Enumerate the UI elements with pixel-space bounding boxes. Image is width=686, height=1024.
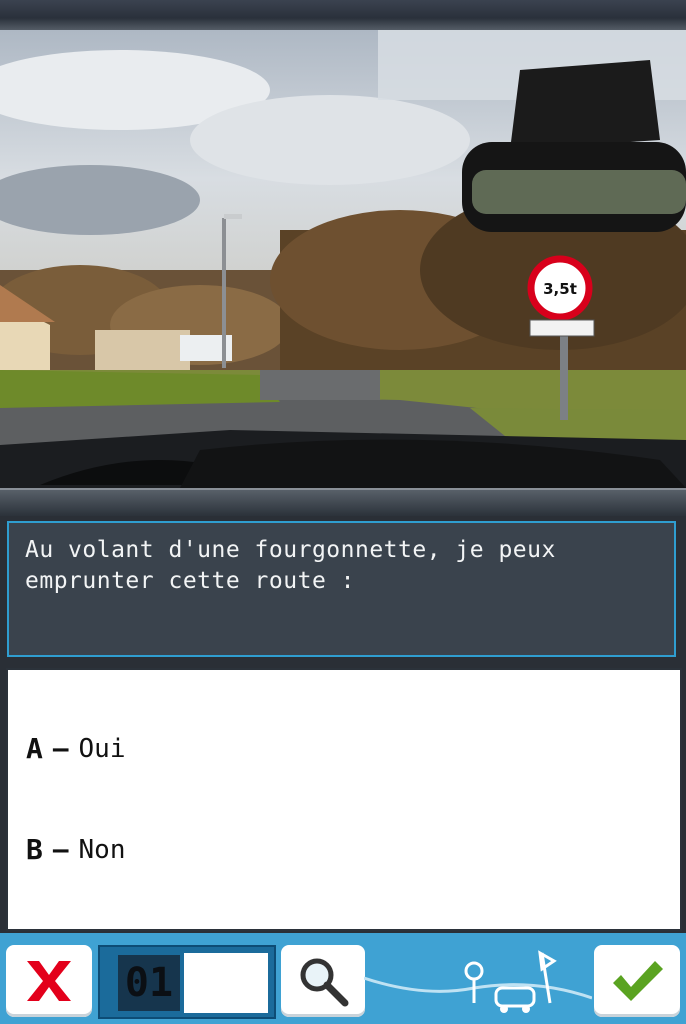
question-text: Au volant d'une fourgonnette, je peux em… (9, 523, 674, 609)
zoom-button[interactable] (281, 945, 365, 1017)
checkmark-icon (613, 961, 663, 1001)
cancel-button[interactable] (6, 945, 92, 1017)
question-line-2: emprunter cette route : (25, 568, 355, 594)
weight-limit-sign-text: 3,5t (543, 280, 577, 298)
answer-b[interactable]: B — Non (26, 833, 125, 866)
question-counter: 01 (98, 945, 276, 1019)
answer-b-label: Non (78, 834, 126, 865)
answer-a-label: Oui (78, 733, 126, 764)
road-scene-photo: 3,5t (0, 30, 686, 488)
answer-a-dash: — (52, 733, 69, 764)
road-decoration-illustration (364, 950, 592, 1013)
close-icon (27, 961, 71, 1001)
counter-blank-field (184, 953, 268, 1013)
answer-b-letter: B (26, 833, 43, 866)
question-panel: Au volant d'une fourgonnette, je peux em… (7, 521, 676, 657)
answer-b-dash: — (52, 834, 69, 865)
validate-button[interactable] (594, 945, 680, 1017)
question-number: 01 (118, 955, 180, 1011)
magnifier-icon (300, 958, 349, 1007)
separator-bar (0, 488, 686, 516)
answer-a[interactable]: A — Oui (26, 732, 125, 765)
answer-a-letter: A (26, 732, 43, 765)
top-bar (0, 0, 686, 32)
question-line-1: Au volant d'une fourgonnette, je peux (25, 537, 556, 563)
answers-panel: A — Oui B — Non (6, 668, 682, 931)
